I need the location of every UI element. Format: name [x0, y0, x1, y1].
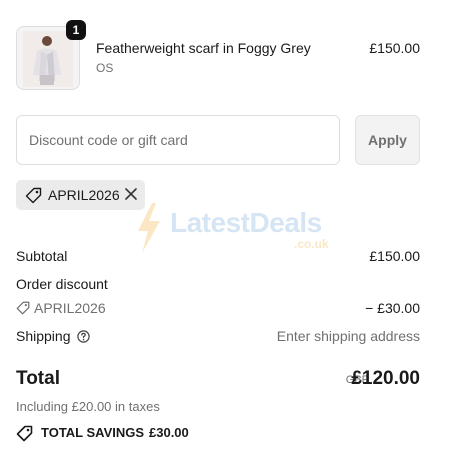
tax-note: Including £20.00 in taxes	[16, 399, 160, 414]
applied-discount-code: APRIL2026	[48, 187, 120, 203]
order-discount-value: − £30.00	[365, 300, 420, 316]
tag-icon	[16, 425, 33, 447]
watermark-subtext: .co.uk	[294, 237, 329, 251]
product-image	[23, 31, 73, 87]
shipping-row-label: Shipping	[16, 328, 90, 346]
subtotal-label: Subtotal	[16, 248, 68, 264]
order-discount-code-row: APRIL2026	[16, 300, 106, 316]
product-variant: OS	[96, 61, 114, 75]
watermark: LatestDeals .co.uk	[134, 203, 334, 255]
product-price: £150.00	[369, 40, 420, 56]
order-discount-label: Order discount	[16, 276, 108, 292]
cart-line-item: 1 Featherweight scarf in Foggy Grey OS £…	[16, 20, 420, 90]
total-label: Total	[16, 368, 60, 389]
total-savings-label: TOTAL SAVINGS	[41, 425, 145, 440]
total-value: £120.00	[351, 368, 420, 389]
lightning-icon	[138, 203, 160, 253]
total-savings-value: £30.00	[149, 425, 189, 440]
subtotal-value: £150.00	[369, 248, 420, 264]
discount-code-input[interactable]	[16, 115, 340, 165]
apply-button[interactable]: Apply	[355, 115, 420, 165]
shipping-label: Shipping	[16, 328, 71, 344]
tag-icon	[25, 187, 42, 209]
close-icon[interactable]	[123, 186, 139, 202]
quantity-badge: 1	[66, 20, 86, 40]
tag-icon	[16, 301, 30, 315]
product-name: Featherweight scarf in Foggy Grey	[96, 40, 311, 56]
watermark-text: LatestDeals	[170, 207, 322, 238]
help-circle-icon[interactable]	[76, 330, 90, 346]
shipping-value: Enter shipping address	[276, 328, 420, 344]
applied-discount-chip: APRIL2026	[16, 180, 145, 210]
order-discount-code: APRIL2026	[34, 300, 106, 316]
